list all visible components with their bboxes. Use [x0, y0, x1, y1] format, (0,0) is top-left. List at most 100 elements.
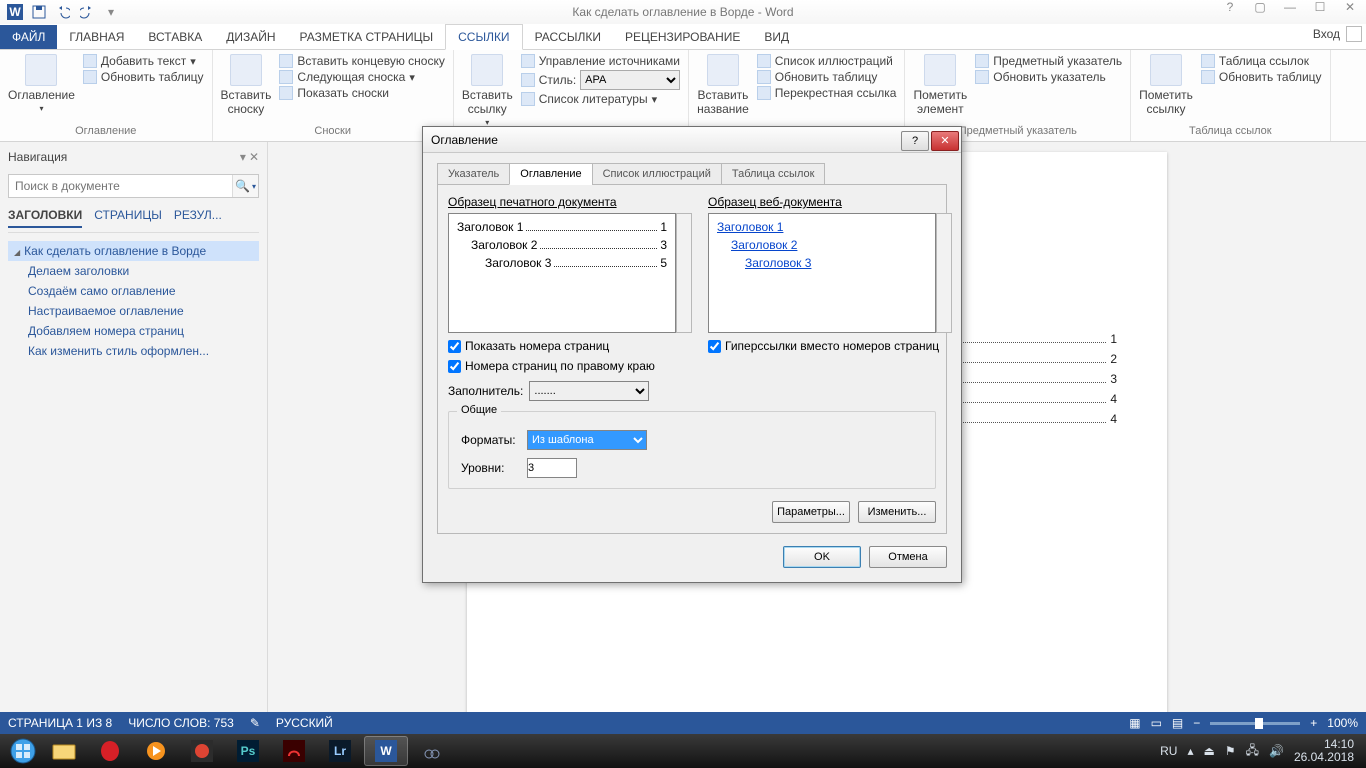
bibliography-button[interactable]: Список литературы ▾: [521, 92, 680, 106]
taskbar-wmp-icon[interactable]: [134, 736, 178, 766]
tray-lang[interactable]: RU: [1160, 744, 1177, 758]
zoom-out-icon[interactable]: −: [1193, 716, 1200, 730]
mark-citation-toa-button[interactable]: Пометить ссылку: [1139, 54, 1193, 116]
dialog-tab-listfig[interactable]: Список иллюстраций: [592, 163, 722, 185]
nav-pin-icon[interactable]: ▾: [240, 150, 246, 164]
formats-select[interactable]: Из шаблона: [527, 430, 647, 450]
nav-search-input[interactable]: [9, 179, 232, 193]
tray-flag-icon[interactable]: ⚑: [1225, 744, 1236, 758]
zoom-value[interactable]: 100%: [1327, 716, 1358, 730]
nav-tree-item[interactable]: Делаем заголовки: [8, 261, 259, 281]
tray-safely-remove-icon[interactable]: ⏏: [1203, 744, 1214, 758]
search-icon[interactable]: 🔍: [235, 179, 250, 193]
help-icon[interactable]: ?: [1218, 0, 1242, 14]
cancel-button[interactable]: Отмена: [869, 546, 947, 568]
tray-volume-icon[interactable]: 🔊: [1269, 744, 1284, 758]
insert-endnote-button[interactable]: Вставить концевую сноску: [279, 54, 444, 68]
nav-tree-item[interactable]: Настраиваемое оглавление: [8, 301, 259, 321]
ribbon-display-icon[interactable]: ▢: [1248, 0, 1272, 14]
close-icon[interactable]: ✕: [1338, 0, 1362, 14]
nav-tree-item[interactable]: Создаём само оглавление: [8, 281, 259, 301]
taskbar-explorer-icon[interactable]: [42, 736, 86, 766]
right-align-checkbox[interactable]: [448, 360, 461, 373]
nav-close-icon[interactable]: ✕: [249, 150, 259, 164]
tab-references[interactable]: ССЫЛКИ: [445, 24, 522, 50]
login-link[interactable]: Вход: [1313, 27, 1340, 41]
leader-select[interactable]: .......: [529, 381, 649, 401]
taskbar-word-icon[interactable]: W: [364, 736, 408, 766]
minimize-icon[interactable]: —: [1278, 0, 1302, 14]
taskbar-acrobat-icon[interactable]: [272, 736, 316, 766]
status-words[interactable]: ЧИСЛО СЛОВ: 753: [128, 716, 234, 730]
dialog-tab-toa[interactable]: Таблица ссылок: [721, 163, 826, 185]
next-footnote-button[interactable]: Следующая сноска ▾: [279, 70, 444, 84]
levels-spinner[interactable]: [527, 458, 577, 478]
toc-button[interactable]: Оглавление▾: [8, 54, 75, 113]
print-preview-scroll[interactable]: [676, 213, 692, 333]
taskbar-lightroom-icon[interactable]: Lr: [318, 736, 362, 766]
view-print-icon[interactable]: ▦: [1129, 716, 1140, 730]
tab-layout[interactable]: РАЗМЕТКА СТРАНИЦЫ: [288, 25, 446, 49]
insert-citation-button[interactable]: Вставить ссылку▾: [462, 54, 513, 127]
tab-insert[interactable]: ВСТАВКА: [136, 25, 214, 49]
show-footnotes-button[interactable]: Показать сноски: [279, 86, 444, 100]
tab-mailings[interactable]: РАССЫЛКИ: [523, 25, 613, 49]
taskbar-app-1-icon[interactable]: [180, 736, 224, 766]
tab-file[interactable]: ФАЙЛ: [0, 25, 57, 49]
status-page[interactable]: СТРАНИЦА 1 ИЗ 8: [8, 716, 112, 730]
view-web-icon[interactable]: ▤: [1172, 716, 1183, 730]
dialog-tab-toc[interactable]: Оглавление: [509, 163, 592, 185]
user-icon[interactable]: [1346, 26, 1362, 42]
taskbar-photoshop-icon[interactable]: Ps: [226, 736, 270, 766]
tray-clock[interactable]: 14:1026.04.2018: [1294, 738, 1354, 764]
zoom-in-icon[interactable]: +: [1310, 716, 1317, 730]
insert-footnote-button[interactable]: Вставить сноску: [221, 54, 272, 116]
dialog-tab-index[interactable]: Указатель: [437, 163, 510, 185]
ok-button[interactable]: OK: [783, 546, 861, 568]
show-page-numbers-checkbox[interactable]: [448, 340, 461, 353]
dialog-help-icon[interactable]: ?: [901, 131, 929, 151]
modify-button[interactable]: Изменить...: [858, 501, 936, 523]
start-button[interactable]: [4, 736, 42, 766]
tab-review[interactable]: РЕЦЕНЗИРОВАНИЕ: [613, 25, 752, 49]
update-index-button[interactable]: Обновить указатель: [975, 70, 1122, 84]
web-preview-scroll[interactable]: [936, 213, 952, 333]
maximize-icon[interactable]: ☐: [1308, 0, 1332, 14]
tray-chevron-icon[interactable]: ▴: [1187, 744, 1193, 758]
tab-home[interactable]: ГЛАВНАЯ: [57, 25, 136, 49]
proofing-icon[interactable]: ✎: [250, 716, 260, 730]
qat-customize-icon[interactable]: ▾: [102, 3, 120, 21]
zoom-slider[interactable]: [1210, 722, 1300, 725]
view-read-icon[interactable]: ▭: [1151, 716, 1162, 730]
list-figures-button[interactable]: Список иллюстраций: [757, 54, 897, 68]
nav-tree-item[interactable]: Добавляем номера страниц: [8, 321, 259, 341]
nav-tree-item[interactable]: Как изменить стиль оформлен...: [8, 341, 259, 361]
tab-design[interactable]: ДИЗАЙН: [214, 25, 287, 49]
update-captions-button[interactable]: Обновить таблицу: [757, 70, 897, 84]
dialog-close-icon[interactable]: ✕: [931, 131, 959, 151]
manage-sources-button[interactable]: Управление источниками: [521, 54, 680, 68]
redo-icon[interactable]: [78, 3, 96, 21]
taskbar-snip-icon[interactable]: [410, 736, 454, 766]
insert-index-button[interactable]: Предметный указатель: [975, 54, 1122, 68]
nav-tab-pages[interactable]: СТРАНИЦЫ: [94, 208, 162, 228]
cross-ref-button[interactable]: Перекрестная ссылка: [757, 86, 897, 100]
add-text-button[interactable]: Добавить текст ▾: [83, 54, 204, 68]
update-toc-button[interactable]: Обновить таблицу: [83, 70, 204, 84]
tab-view[interactable]: ВИД: [752, 25, 801, 49]
tray-network-icon[interactable]: 🖧: [1246, 741, 1259, 762]
nav-tree-root[interactable]: Как сделать оглавление в Ворде: [8, 241, 259, 261]
update-toa-button[interactable]: Обновить таблицу: [1201, 70, 1322, 84]
mark-index-button[interactable]: Пометить элемент: [913, 54, 967, 116]
undo-icon[interactable]: [54, 3, 72, 21]
hyperlinks-checkbox[interactable]: [708, 340, 721, 353]
insert-caption-button[interactable]: Вставить название: [697, 54, 749, 116]
params-button[interactable]: Параметры...: [772, 501, 850, 523]
taskbar-opera-icon[interactable]: [88, 736, 132, 766]
status-language[interactable]: РУССКИЙ: [276, 716, 333, 730]
nav-tab-headings[interactable]: ЗАГОЛОВКИ: [8, 208, 82, 228]
insert-toa-button[interactable]: Таблица ссылок: [1201, 54, 1322, 68]
citation-style-select[interactable]: APA: [580, 70, 680, 90]
save-icon[interactable]: [30, 3, 48, 21]
nav-tab-results[interactable]: РЕЗУЛ...: [174, 208, 222, 228]
